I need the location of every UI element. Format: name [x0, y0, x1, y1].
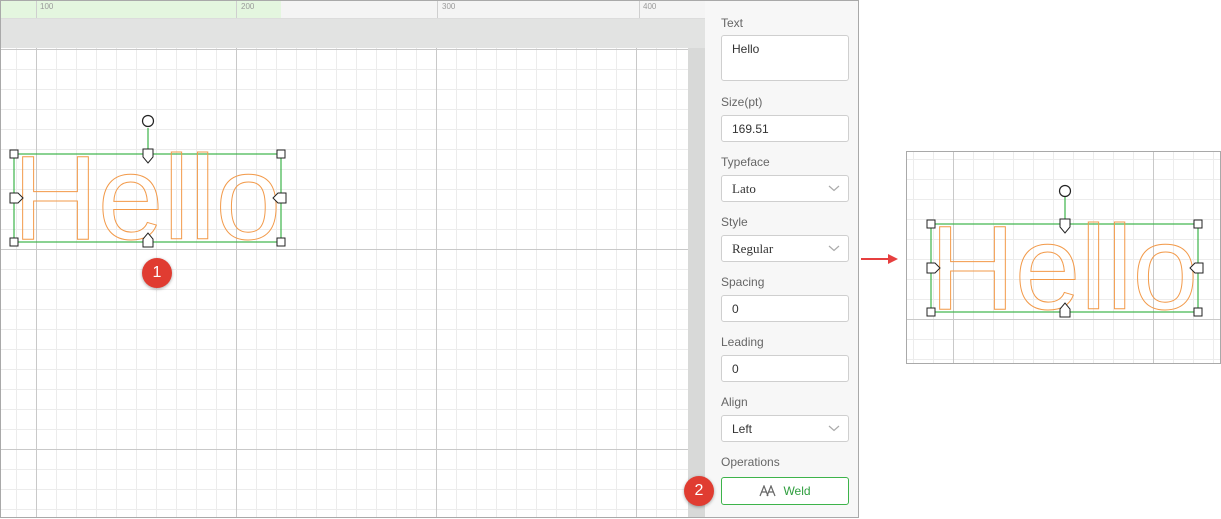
ruler-label: 300	[442, 2, 456, 11]
align-value: Left	[732, 422, 753, 436]
weld-label: Weld	[783, 484, 811, 498]
design-canvas[interactable]: Hello	[1, 48, 689, 517]
text-label: Text	[721, 16, 744, 30]
leading-label: Leading	[721, 335, 764, 349]
align-label: Align	[721, 395, 748, 409]
rotate-handle-icon	[1058, 184, 1072, 198]
style-label: Style	[721, 215, 748, 229]
canvas-toolbar-strip	[1, 19, 705, 48]
typeface-value: Lato	[732, 181, 756, 196]
callout-badge-1: 1	[142, 258, 172, 288]
resize-handle-bottom-left[interactable]	[9, 237, 19, 247]
ruler-label: 100	[40, 2, 54, 11]
weld-button[interactable]: Weld	[721, 477, 849, 505]
style-value: Regular	[732, 241, 774, 256]
text-input[interactable]: Hello	[721, 35, 849, 81]
ruler-label: 200	[241, 2, 255, 11]
horizontal-ruler: 100 200 300 400	[1, 1, 705, 19]
weld-icon	[759, 485, 776, 497]
weld-result-preview: Hello	[906, 151, 1221, 364]
spacing-input[interactable]: 0	[721, 295, 849, 322]
resize-handle-bottom-right[interactable]	[276, 237, 286, 247]
spacing-label: Spacing	[721, 275, 765, 289]
style-select[interactable]: Regular	[721, 235, 849, 262]
align-select[interactable]: Left	[721, 415, 849, 442]
chevron-down-icon	[828, 245, 840, 252]
resize-handle-top-left[interactable]	[9, 149, 19, 159]
operations-label: Operations	[721, 455, 780, 469]
ruler-label: 400	[643, 2, 657, 11]
size-label: Size(pt)	[721, 95, 763, 109]
chevron-down-icon	[828, 185, 840, 192]
rotate-handle-icon[interactable]	[141, 114, 155, 128]
app-window: 100 200 300 400 Hello Text Hello Size(pt…	[0, 0, 859, 518]
callout-badge-2: 2	[684, 476, 714, 506]
size-input[interactable]: 169.51	[721, 115, 849, 142]
chevron-down-icon	[828, 425, 840, 432]
typeface-label: Typeface	[721, 155, 770, 169]
canvas-scroll-gutter[interactable]	[688, 48, 705, 517]
leading-input[interactable]: 0	[721, 355, 849, 382]
properties-panel: Text Hello Size(pt) 169.51 Typeface Lato…	[705, 1, 858, 517]
typeface-select[interactable]: Lato	[721, 175, 849, 202]
resize-handle-top-right[interactable]	[276, 149, 286, 159]
arrow-right-icon	[861, 254, 898, 264]
